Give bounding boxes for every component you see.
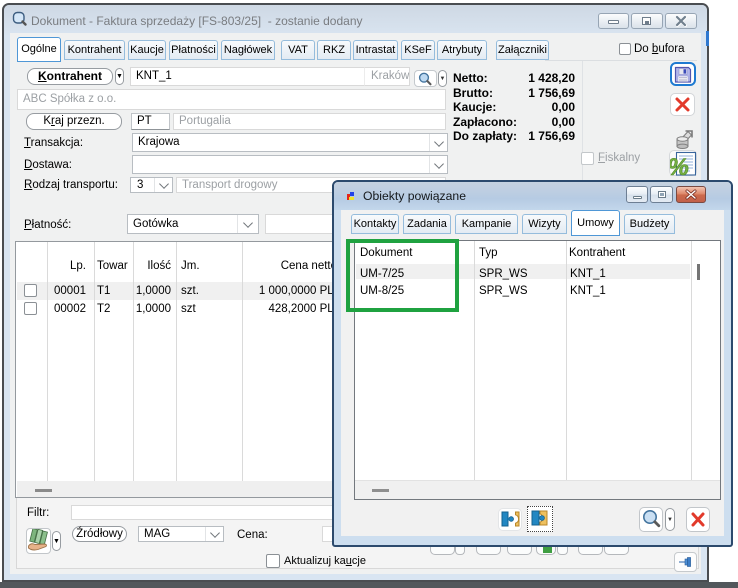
svg-text:%: % (670, 154, 689, 177)
